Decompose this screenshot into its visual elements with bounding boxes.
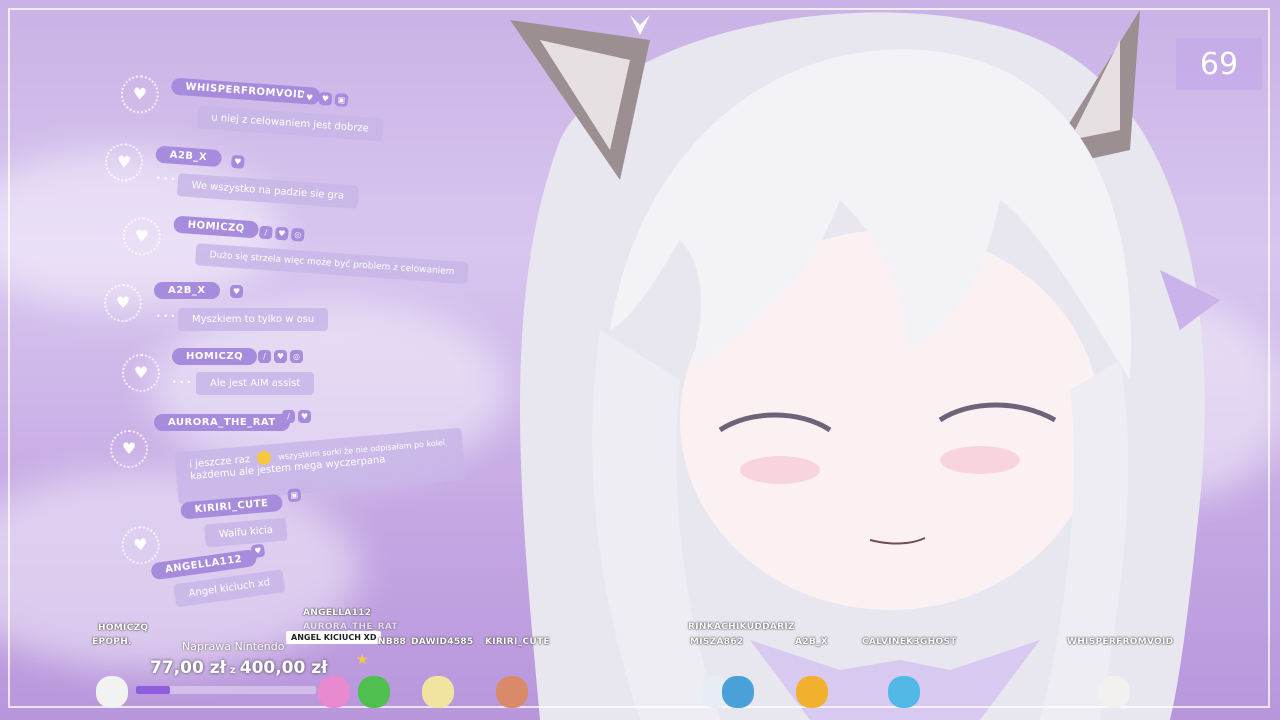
chat-message-text: Ale jest AIM assist (196, 372, 315, 395)
heart-badge-icon: ♥ (274, 350, 287, 363)
bottom-username: DAWID4585 (411, 637, 474, 647)
sword-badge-icon: / (282, 410, 295, 423)
heart-ring-icon: ♥ (119, 74, 161, 115)
bottom-username: HOMICZQ (98, 623, 149, 633)
pet-sprite-icon (496, 676, 528, 708)
chat-message-text: We wszystko na padzie sie gra (176, 173, 359, 209)
bottom-username: WHISPERFROMVOID (1067, 637, 1174, 647)
emoji-icon (256, 450, 272, 466)
chat-username: HOMICZQ (172, 348, 258, 365)
counter-value: 69 (1199, 46, 1239, 82)
mic-badge-icon: ◎ (290, 350, 303, 363)
chat-username: WHISPERFROMVOID (170, 77, 321, 105)
heart-ring-icon: ♥ (122, 354, 160, 392)
pet-sprite-icon (722, 676, 754, 708)
pet-sprite-icon (796, 676, 828, 708)
chat-message-text: Dużo się strzela więc może być problem z… (194, 243, 470, 285)
pet-sprite-icon (358, 676, 390, 708)
chat-message: ♥ A2B_X ♥ • • • Myszkiem to tylko w osu (104, 280, 364, 340)
heart-badge-icon: ♥ (230, 285, 243, 298)
sword-badge-icon: / (258, 225, 273, 240)
heart-badge-icon: ♥ (298, 410, 311, 423)
heart-badge-icon: ♥ (318, 91, 333, 106)
bottom-username: RINKACHIKUDDARIZ (688, 622, 795, 632)
pet-sprite-icon (318, 676, 350, 708)
chat-message: ♥ HOMICZQ / ♥ ◎ • • • Ale jest AIM assis… (122, 346, 382, 406)
heart-badge-icon: ♥ (250, 543, 266, 559)
heart-ring-icon: ♥ (110, 430, 148, 468)
heart-badge-icon: ♥ (230, 154, 245, 169)
mic-badge-icon: ◎ (290, 227, 305, 242)
pet-sprite-icon (888, 676, 920, 708)
chat-message-text: u niej z celowaniem jest dobrze (196, 105, 384, 142)
star-icon: ★ (356, 652, 369, 668)
bottom-username: MISZA862 (690, 637, 744, 647)
chat-username: A2B_X (155, 145, 222, 168)
bottom-username: EPOPH. (92, 637, 132, 647)
heart-ring-icon: ♥ (104, 284, 142, 322)
donation-progress-bar (136, 686, 316, 694)
donation-progress-fill (136, 686, 171, 694)
donation-goal-amount: 77,00 zł z 400,00 zł (150, 658, 327, 678)
pet-sprite-icon (96, 676, 128, 708)
goal-current: 77,00 zł (150, 658, 226, 678)
chat-username: A2B_X (154, 282, 220, 299)
chat-dots: • • • (156, 312, 176, 321)
pet-sprite-icon (422, 676, 454, 708)
bottom-username: CALVINEK3GHOST (862, 637, 957, 647)
sword-badge-icon: / (258, 350, 271, 363)
heart-badge-icon: ♥ (302, 90, 317, 105)
heart-badge-icon: ♥ (274, 226, 289, 241)
chat-dots: • • • (155, 173, 176, 184)
chat-panel: ♥ WHISPERFROMVOID ♥ ♥ ▣ u niej z celowan… (100, 70, 500, 630)
goal-separator: z (229, 665, 236, 676)
clip-badge-icon: ▣ (287, 488, 302, 503)
donation-goal-title: Naprawa Nintendo (182, 640, 285, 653)
chat-username: KIRIRI_CUTE (180, 493, 284, 520)
heart-ring-icon: ♥ (121, 216, 163, 257)
bottom-username: ANGELLA112 (303, 608, 372, 618)
bottom-username: NB88 (378, 637, 407, 647)
chat-dots: • • • (172, 378, 192, 387)
bottom-username: A2B_X (795, 637, 829, 647)
heart-ring-icon: ♥ (103, 142, 145, 183)
goal-target: 400,00 zł (239, 658, 328, 678)
clip-badge-icon: ▣ (334, 92, 349, 107)
chat-tooltip: ANGEL KICIUCH XD (286, 631, 382, 644)
pet-sprite-icon (1098, 676, 1130, 708)
bottom-username: KIRIRI_CUTE (485, 637, 550, 647)
chat-username: AURORA_THE_RAT (154, 414, 290, 431)
chat-message-text: Myszkiem to tylko w osu (178, 308, 329, 331)
viewer-counter: 69 (1176, 38, 1262, 90)
